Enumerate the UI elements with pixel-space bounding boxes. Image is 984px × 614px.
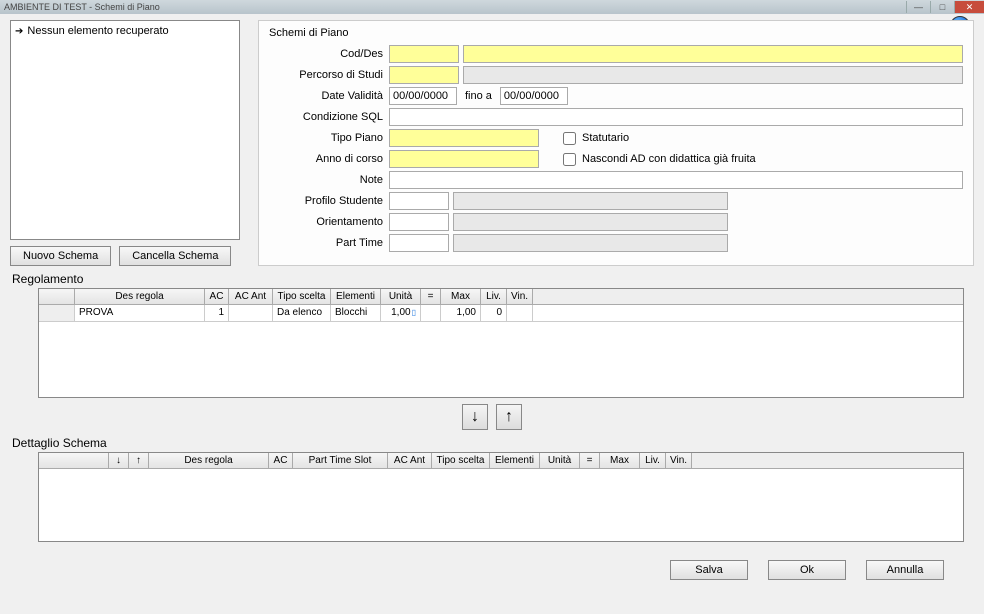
row-handle[interactable] <box>39 305 75 321</box>
grid-row-selector-header <box>39 289 75 304</box>
col-vin[interactable]: Vin. <box>507 289 533 304</box>
label-fino-a: fino a <box>465 90 492 102</box>
orient-code-input[interactable] <box>389 213 449 231</box>
save-button[interactable]: Salva <box>670 560 748 580</box>
col-des[interactable]: Des regola <box>75 289 205 304</box>
col-elementi[interactable]: Elementi <box>331 289 381 304</box>
cancel-button[interactable]: Annulla <box>866 560 944 580</box>
list-empty-item: ➔ Nessun elemento recuperato <box>15 25 235 37</box>
label-statutario: Statutario <box>582 132 629 144</box>
date-from-input[interactable] <box>389 87 457 105</box>
col2-unita[interactable]: Unità <box>540 453 580 468</box>
label-coddes: Cod/Des <box>269 48 389 60</box>
list-empty-label: Nessun elemento recuperato <box>27 25 168 37</box>
regolamento-section-title: Regolamento <box>12 272 974 286</box>
col2-ac[interactable]: AC <box>269 453 293 468</box>
col2-tiposcelta[interactable]: Tipo scelta <box>432 453 490 468</box>
schema-form-panel: Schemi di Piano Cod/Des Percorso di Stud… <box>258 20 974 266</box>
note-input[interactable] <box>389 171 963 189</box>
label-percorso: Percorso di Studi <box>269 69 389 81</box>
label-date: Date Validità <box>269 90 389 102</box>
cell-elementi[interactable]: Blocchi <box>331 305 381 321</box>
col2-vin[interactable]: Vin. <box>666 453 692 468</box>
window-title: AMBIENTE DI TEST - Schemi di Piano <box>4 2 160 12</box>
cell-unita[interactable]: 1,00▯ <box>381 305 421 321</box>
label-orientamento: Orientamento <box>269 216 389 228</box>
label-nascondi: Nascondi AD con didattica già fruita <box>582 153 756 165</box>
profilo-des-display <box>453 192 728 210</box>
close-button[interactable]: ✕ <box>954 1 984 13</box>
cell-tiposcelta[interactable]: Da elenco <box>273 305 331 321</box>
cell-focus-icon: ▯ <box>412 308 416 317</box>
col-sort-down[interactable]: ↓ <box>109 453 129 468</box>
col-eq[interactable]: = <box>421 289 441 304</box>
col-unita[interactable]: Unità <box>381 289 421 304</box>
col-acant[interactable]: AC Ant <box>229 289 273 304</box>
annocorso-input[interactable] <box>389 150 539 168</box>
col-max[interactable]: Max <box>441 289 481 304</box>
col2-elementi[interactable]: Elementi <box>490 453 540 468</box>
nascondi-checkbox[interactable] <box>563 153 576 166</box>
window-titlebar: AMBIENTE DI TEST - Schemi di Piano — □ ✕ <box>0 0 984 14</box>
label-annocorso: Anno di corso <box>269 153 389 165</box>
move-up-button[interactable]: ↑ <box>496 404 522 430</box>
percorso-code-input[interactable] <box>389 66 459 84</box>
ok-button[interactable]: Ok <box>768 560 846 580</box>
statutario-checkbox[interactable] <box>563 132 576 145</box>
label-note: Note <box>269 174 389 186</box>
col-tiposcelta[interactable]: Tipo scelta <box>273 289 331 304</box>
cell-acant[interactable] <box>229 305 273 321</box>
col2-acant[interactable]: AC Ant <box>388 453 432 468</box>
label-parttime: Part Time <box>269 237 389 249</box>
cell-vin[interactable] <box>507 305 533 321</box>
col-liv[interactable]: Liv. <box>481 289 507 304</box>
arrow-down-icon: ↓ <box>471 408 479 426</box>
label-condsql: Condizione SQL <box>269 111 389 123</box>
cell-des[interactable]: PROVA <box>75 305 205 321</box>
cell-max[interactable]: 1,00 <box>441 305 481 321</box>
table-row[interactable]: PROVA 1 Da elenco Blocchi 1,00▯ 1,00 0 <box>39 305 963 322</box>
label-tipopiano: Tipo Piano <box>269 132 389 144</box>
dettaglio-left-spacer <box>39 453 109 468</box>
arrow-up-icon: ↑ <box>505 408 513 426</box>
dettaglio-grid[interactable]: ↓ ↑ Des regola AC Part Time Slot AC Ant … <box>38 452 964 542</box>
new-schema-button[interactable]: Nuovo Schema <box>10 246 111 266</box>
cod-input[interactable] <box>389 45 459 63</box>
condsql-input[interactable] <box>389 108 963 126</box>
parttime-code-input[interactable] <box>389 234 449 252</box>
col2-max[interactable]: Max <box>600 453 640 468</box>
cell-liv[interactable]: 0 <box>481 305 507 321</box>
cell-eq[interactable] <box>421 305 441 321</box>
col-sort-up[interactable]: ↑ <box>129 453 149 468</box>
col2-liv[interactable]: Liv. <box>640 453 666 468</box>
delete-schema-button[interactable]: Cancella Schema <box>119 246 231 266</box>
parttime-des-display <box>453 234 728 252</box>
col2-des[interactable]: Des regola <box>149 453 269 468</box>
schema-list[interactable]: ➔ Nessun elemento recuperato <box>10 20 240 240</box>
des-input[interactable] <box>463 45 963 63</box>
minimize-button[interactable]: — <box>906 1 930 13</box>
maximize-button[interactable]: □ <box>930 1 954 13</box>
regolamento-grid[interactable]: Des regola AC AC Ant Tipo scelta Element… <box>38 288 964 398</box>
col2-parttimeslot[interactable]: Part Time Slot <box>293 453 388 468</box>
tipopiano-input[interactable] <box>389 129 539 147</box>
cell-ac[interactable]: 1 <box>205 305 229 321</box>
col2-eq[interactable]: = <box>580 453 600 468</box>
date-to-input[interactable] <box>500 87 568 105</box>
orient-des-display <box>453 213 728 231</box>
label-profilo: Profilo Studente <box>269 195 389 207</box>
percorso-des-display <box>463 66 963 84</box>
profilo-code-input[interactable] <box>389 192 449 210</box>
col-ac[interactable]: AC <box>205 289 229 304</box>
form-panel-title: Schemi di Piano <box>269 27 963 39</box>
move-down-button[interactable]: ↓ <box>462 404 488 430</box>
dettaglio-section-title: Dettaglio Schema <box>12 436 974 450</box>
arrow-right-icon: ➔ <box>15 26 23 37</box>
